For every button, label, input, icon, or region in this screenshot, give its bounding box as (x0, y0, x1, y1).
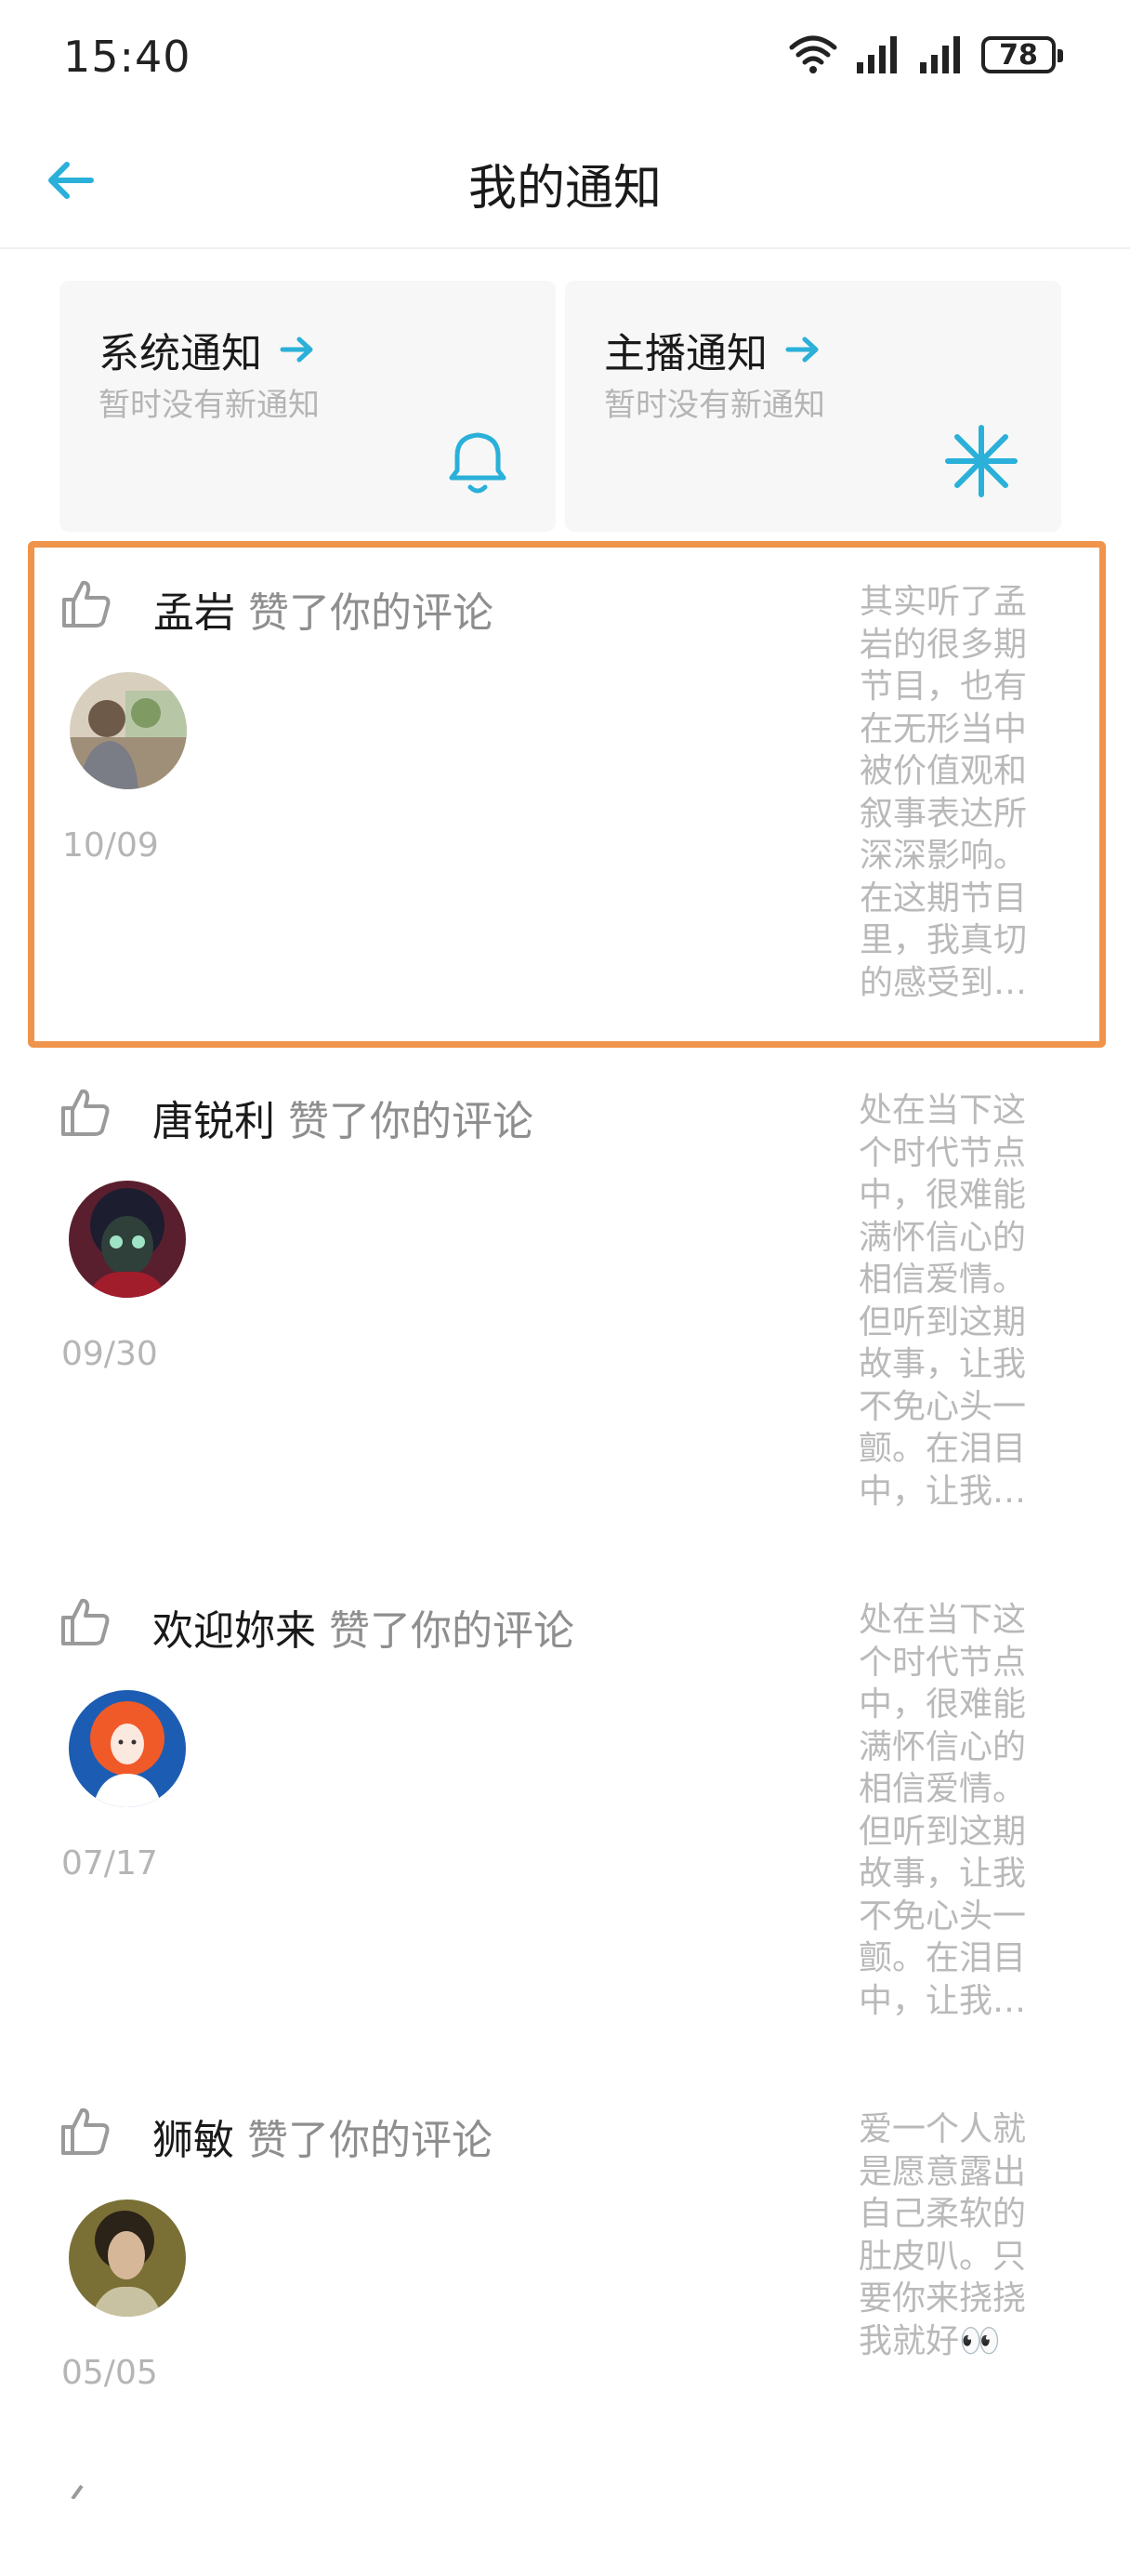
notice-action: 赞了你的评论 (329, 1607, 574, 1655)
notice-action: 赞了你的评论 (288, 1098, 533, 1145)
comment-preview: 爱一个人就是愿意露出自己柔软的肚皮叭。只要你来挠挠我就好👀 (859, 2110, 1027, 2360)
comment-preview: 处在当下这个时代节点中，很难能满怀信心的相信爱情。但听到这期故事，让我不免心头一… (859, 1091, 1027, 1511)
bell-icon (449, 432, 506, 494)
signal-icon-2 (920, 36, 960, 73)
avatar[interactable] (70, 672, 187, 789)
notice-text: 欢迎妳来 赞了你的评论 (152, 1597, 574, 1657)
arrow-right-icon (280, 337, 313, 363)
notice-text: 狮敏 赞了你的评论 (152, 2107, 493, 2166)
anchor-notice-subtitle: 暂时没有新通知 (604, 387, 825, 424)
system-notice-title-row: 系统通知 (99, 320, 316, 379)
status-icons: 78 (788, 32, 1063, 78)
thumbs-up-icon (61, 2107, 110, 2155)
notice-date: 09/30 (61, 1335, 158, 1373)
arrow-right-icon (785, 337, 819, 363)
battery-level: 78 (999, 38, 1038, 72)
list-item[interactable]: 孟岩 赞了你的评论 10/09 其实听了孟岩的很多期节目，也有在无形当中被价值观… (28, 541, 1106, 1048)
wifi-icon (789, 35, 837, 73)
notice-action: 赞了你的评论 (247, 2117, 493, 2164)
notice-date: 10/09 (62, 826, 159, 865)
thumbs-up-icon (71, 2484, 84, 2499)
status-bar: 15:40 78 (0, 0, 1130, 112)
thumbs-up-icon (61, 1089, 110, 1136)
page-title: 我的通知 (467, 161, 662, 217)
signal-icon (857, 36, 897, 73)
notice-date: 07/17 (61, 1844, 158, 1882)
thumbs-up-icon (61, 1598, 110, 1645)
notice-action: 赞了你的评论 (248, 589, 493, 637)
status-time: 15:40 (63, 32, 191, 82)
list-item[interactable]: 欢迎妳来 赞了你的评论 07/17 处在当下这个时代节点中，很难能满怀信心的相信… (28, 1560, 1106, 2067)
battery-icon: 78 (981, 36, 1063, 73)
asterisk-icon (945, 425, 1018, 497)
user-name[interactable]: 唐锐利 (152, 1098, 275, 1145)
comment-preview: 其实听了孟岩的很多期节目，也有在无形当中被价值观和叙事表达所深深影响。在这期节目… (860, 583, 1028, 1002)
anchor-notice-title: 主播通知 (604, 330, 768, 377)
system-notice-card[interactable]: 系统通知 暂时没有新通知 (59, 281, 556, 532)
avatar[interactable] (69, 1181, 186, 1298)
avatar[interactable] (69, 1690, 186, 1807)
system-notice-subtitle: 暂时没有新通知 (99, 387, 320, 424)
header: 我的通知 (0, 121, 1130, 249)
list-item[interactable]: 狮敏 赞了你的评论 05/05 爱一个人就是愿意露出自己柔软的肚皮叭。只要你来挠… (28, 2069, 1106, 2576)
user-name[interactable]: 孟岩 (153, 589, 235, 637)
user-name[interactable]: 狮敏 (152, 2117, 234, 2164)
thumbs-up-icon (62, 580, 111, 627)
list-item[interactable]: 唐锐利 赞了你的评论 09/30 处在当下这个时代节点中，很难能满怀信心的相信爱… (28, 1050, 1106, 1557)
notice-date: 05/05 (61, 2354, 158, 2392)
notice-text: 孟岩 赞了你的评论 (153, 579, 493, 639)
notice-text: 唐锐利 赞了你的评论 (152, 1088, 533, 1147)
user-name[interactable]: 欢迎妳来 (152, 1607, 316, 1655)
anchor-notice-card[interactable]: 主播通知 暂时没有新通知 (565, 281, 1061, 532)
avatar[interactable] (69, 2200, 186, 2317)
system-notice-title: 系统通知 (99, 330, 262, 377)
comment-preview: 处在当下这个时代节点中，很难能满怀信心的相信爱情。但听到这期故事，让我不免心头一… (859, 1601, 1027, 2020)
anchor-notice-title-row: 主播通知 (604, 320, 821, 379)
